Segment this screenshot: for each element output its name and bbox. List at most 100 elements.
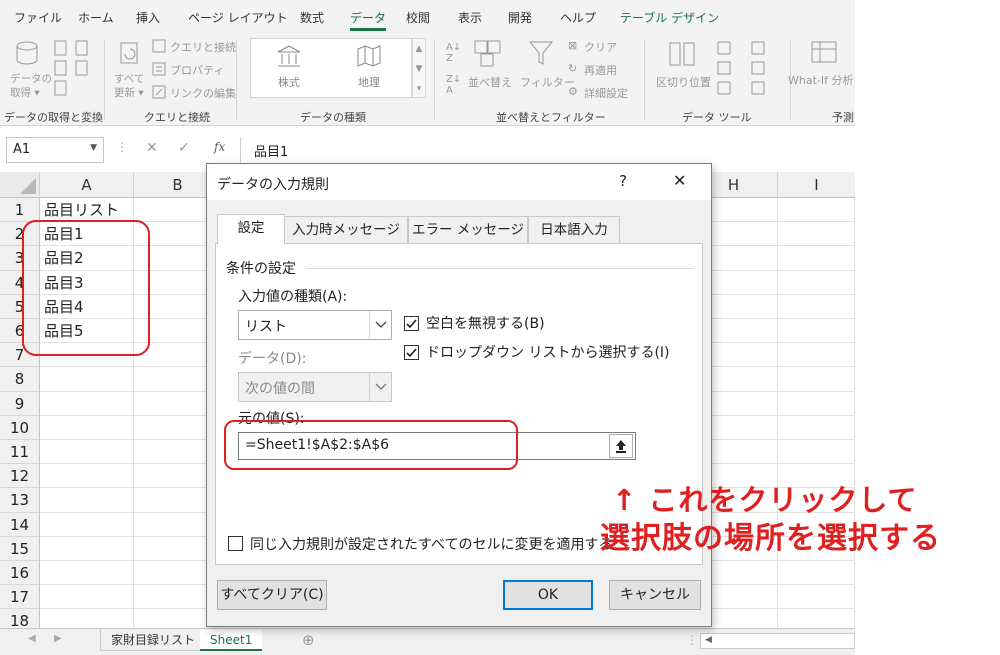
grid-cell[interactable] bbox=[778, 440, 855, 465]
group-label-data-tools: データ ツール bbox=[682, 111, 752, 124]
edit-links-button[interactable]: リンクの編集 bbox=[170, 85, 236, 101]
menu-table-design[interactable]: テーブル デザイン bbox=[620, 9, 719, 26]
row-header[interactable]: 9 bbox=[0, 391, 40, 416]
menu-review[interactable]: 校閲 bbox=[406, 9, 430, 26]
row-header[interactable]: 12 bbox=[0, 464, 40, 489]
scroll-right-icon[interactable]: ▶ bbox=[54, 633, 62, 644]
sort-button[interactable]: 並べ替え bbox=[468, 74, 512, 90]
grid-cell[interactable] bbox=[778, 270, 855, 295]
grid-cell[interactable] bbox=[40, 512, 134, 537]
ignore-blank-checkbox[interactable] bbox=[404, 316, 419, 331]
row-header[interactable]: 14 bbox=[0, 512, 40, 537]
filter-icon bbox=[528, 41, 554, 65]
grid-cell[interactable] bbox=[40, 367, 134, 392]
row-header[interactable]: 15 bbox=[0, 536, 40, 561]
grid-cell[interactable] bbox=[778, 198, 855, 223]
add-sheet-icon[interactable]: ⊕ bbox=[302, 631, 315, 649]
chevron-down-icon[interactable]: ▼ bbox=[90, 143, 97, 153]
grid-cell[interactable] bbox=[40, 561, 134, 586]
stocks-button[interactable]: 株式 bbox=[278, 74, 300, 90]
grid-cell[interactable] bbox=[778, 391, 855, 416]
menu-help[interactable]: ヘルプ bbox=[560, 9, 596, 26]
grid-cell[interactable] bbox=[778, 367, 855, 392]
fx-icon[interactable]: fx bbox=[214, 140, 225, 154]
menu-page-layout[interactable]: ページ レイアウト bbox=[188, 9, 288, 26]
horizontal-scrollbar[interactable]: ◀ bbox=[700, 633, 855, 649]
advanced-button[interactable]: 詳細設定 bbox=[584, 85, 628, 101]
grid-cell[interactable] bbox=[778, 319, 855, 344]
clear-all-button[interactable]: すべてクリア(C) bbox=[217, 580, 327, 610]
data-types-gallery bbox=[250, 38, 412, 98]
grid-cell[interactable] bbox=[778, 222, 855, 247]
text-to-columns-button[interactable]: 区切り位置 bbox=[656, 74, 711, 90]
help-button[interactable]: ? bbox=[619, 172, 627, 190]
menu-developer[interactable]: 開発 bbox=[508, 9, 532, 26]
data-label: データ(D): bbox=[238, 351, 307, 367]
row-header[interactable]: 11 bbox=[0, 440, 40, 465]
filter-button[interactable]: フィルター bbox=[520, 74, 575, 90]
menu-view[interactable]: 表示 bbox=[458, 9, 482, 26]
refresh-all-button[interactable]: すべて 更新 ▾ bbox=[114, 72, 144, 100]
tab-ime[interactable]: 日本語入力 bbox=[528, 216, 620, 244]
grid-cell[interactable] bbox=[778, 246, 855, 271]
grid-cell[interactable] bbox=[40, 585, 134, 610]
column-header-i[interactable]: I bbox=[778, 172, 855, 198]
reapply-button[interactable]: 再適用 bbox=[584, 62, 617, 78]
select-all-corner[interactable] bbox=[0, 172, 40, 198]
close-button[interactable]: ✕ bbox=[673, 171, 686, 190]
name-box[interactable]: A1 ▼ bbox=[6, 137, 104, 163]
formula-input[interactable]: 品目1 bbox=[254, 141, 288, 160]
row-header[interactable]: 16 bbox=[0, 561, 40, 586]
ok-button[interactable]: OK bbox=[503, 580, 593, 610]
whatif-button[interactable]: What-If 分析 bbox=[788, 72, 853, 88]
grid-cell[interactable]: 品目リスト bbox=[40, 198, 134, 223]
column-header-a[interactable]: A bbox=[40, 172, 134, 198]
menu-data[interactable]: データ bbox=[350, 9, 387, 31]
properties-button[interactable]: プロパティ bbox=[170, 62, 224, 78]
scroll-left-icon[interactable]: ◀ bbox=[28, 633, 36, 644]
tab-error-alert[interactable]: エラー メッセージ bbox=[408, 216, 528, 244]
grid-cell[interactable] bbox=[40, 488, 134, 513]
row-header[interactable]: 17 bbox=[0, 585, 40, 610]
grid-cell[interactable] bbox=[778, 294, 855, 319]
enter-icon[interactable]: ✓ bbox=[178, 140, 190, 156]
apply-all-checkbox[interactable] bbox=[228, 536, 243, 551]
grid-cell[interactable] bbox=[778, 585, 855, 610]
allow-select[interactable]: リスト bbox=[238, 310, 392, 340]
sort-az-icon[interactable]: A↓ Z bbox=[446, 42, 461, 64]
row-header[interactable]: 8 bbox=[0, 367, 40, 392]
more-icon: ⋮ bbox=[116, 140, 128, 154]
tab-input-message[interactable]: 入力時メッセージ bbox=[284, 216, 408, 244]
queries-connections-button[interactable]: クエリと接続 bbox=[170, 39, 236, 55]
scroll-left-icon[interactable]: ◀ bbox=[705, 635, 712, 645]
menu-insert[interactable]: 挿入 bbox=[136, 9, 160, 26]
sheet-tab-inventory[interactable]: 家財目録リスト bbox=[100, 629, 207, 651]
chevron-down-icon[interactable] bbox=[369, 311, 391, 339]
grid-cell[interactable] bbox=[40, 415, 134, 440]
row-header[interactable]: 1 bbox=[0, 198, 40, 223]
row-header[interactable]: 10 bbox=[0, 415, 40, 440]
select-all-icon bbox=[20, 178, 36, 194]
row-header[interactable]: 13 bbox=[0, 488, 40, 513]
clear-button[interactable]: クリア bbox=[584, 39, 617, 55]
grid-cell[interactable] bbox=[40, 464, 134, 489]
in-cell-dropdown-checkbox[interactable] bbox=[404, 345, 419, 360]
grid-cell[interactable] bbox=[778, 561, 855, 586]
grid-cell[interactable] bbox=[40, 536, 134, 561]
grid-cell[interactable] bbox=[778, 415, 855, 440]
get-data-button[interactable]: データの 取得 ▾ bbox=[10, 72, 52, 100]
menu-home[interactable]: ホーム bbox=[78, 9, 114, 26]
tab-settings[interactable]: 設定 bbox=[217, 214, 285, 244]
menu-formulas[interactable]: 数式 bbox=[300, 9, 324, 26]
sort-za-icon[interactable]: Z↓ A bbox=[446, 74, 461, 96]
collapse-dialog-button[interactable] bbox=[609, 434, 633, 458]
grid-cell[interactable] bbox=[40, 391, 134, 416]
sheet-tab-sheet1[interactable]: Sheet1 bbox=[200, 629, 263, 651]
menu-file[interactable]: ファイル bbox=[14, 9, 62, 26]
gallery-scroll[interactable]: ▲ ▼ ▾ bbox=[412, 38, 426, 98]
grid-cell[interactable] bbox=[40, 440, 134, 465]
grid-cell[interactable] bbox=[778, 343, 855, 368]
cancel-button[interactable]: キャンセル bbox=[609, 580, 701, 610]
geography-button[interactable]: 地理 bbox=[358, 74, 380, 90]
cancel-icon[interactable]: ✕ bbox=[146, 140, 158, 156]
